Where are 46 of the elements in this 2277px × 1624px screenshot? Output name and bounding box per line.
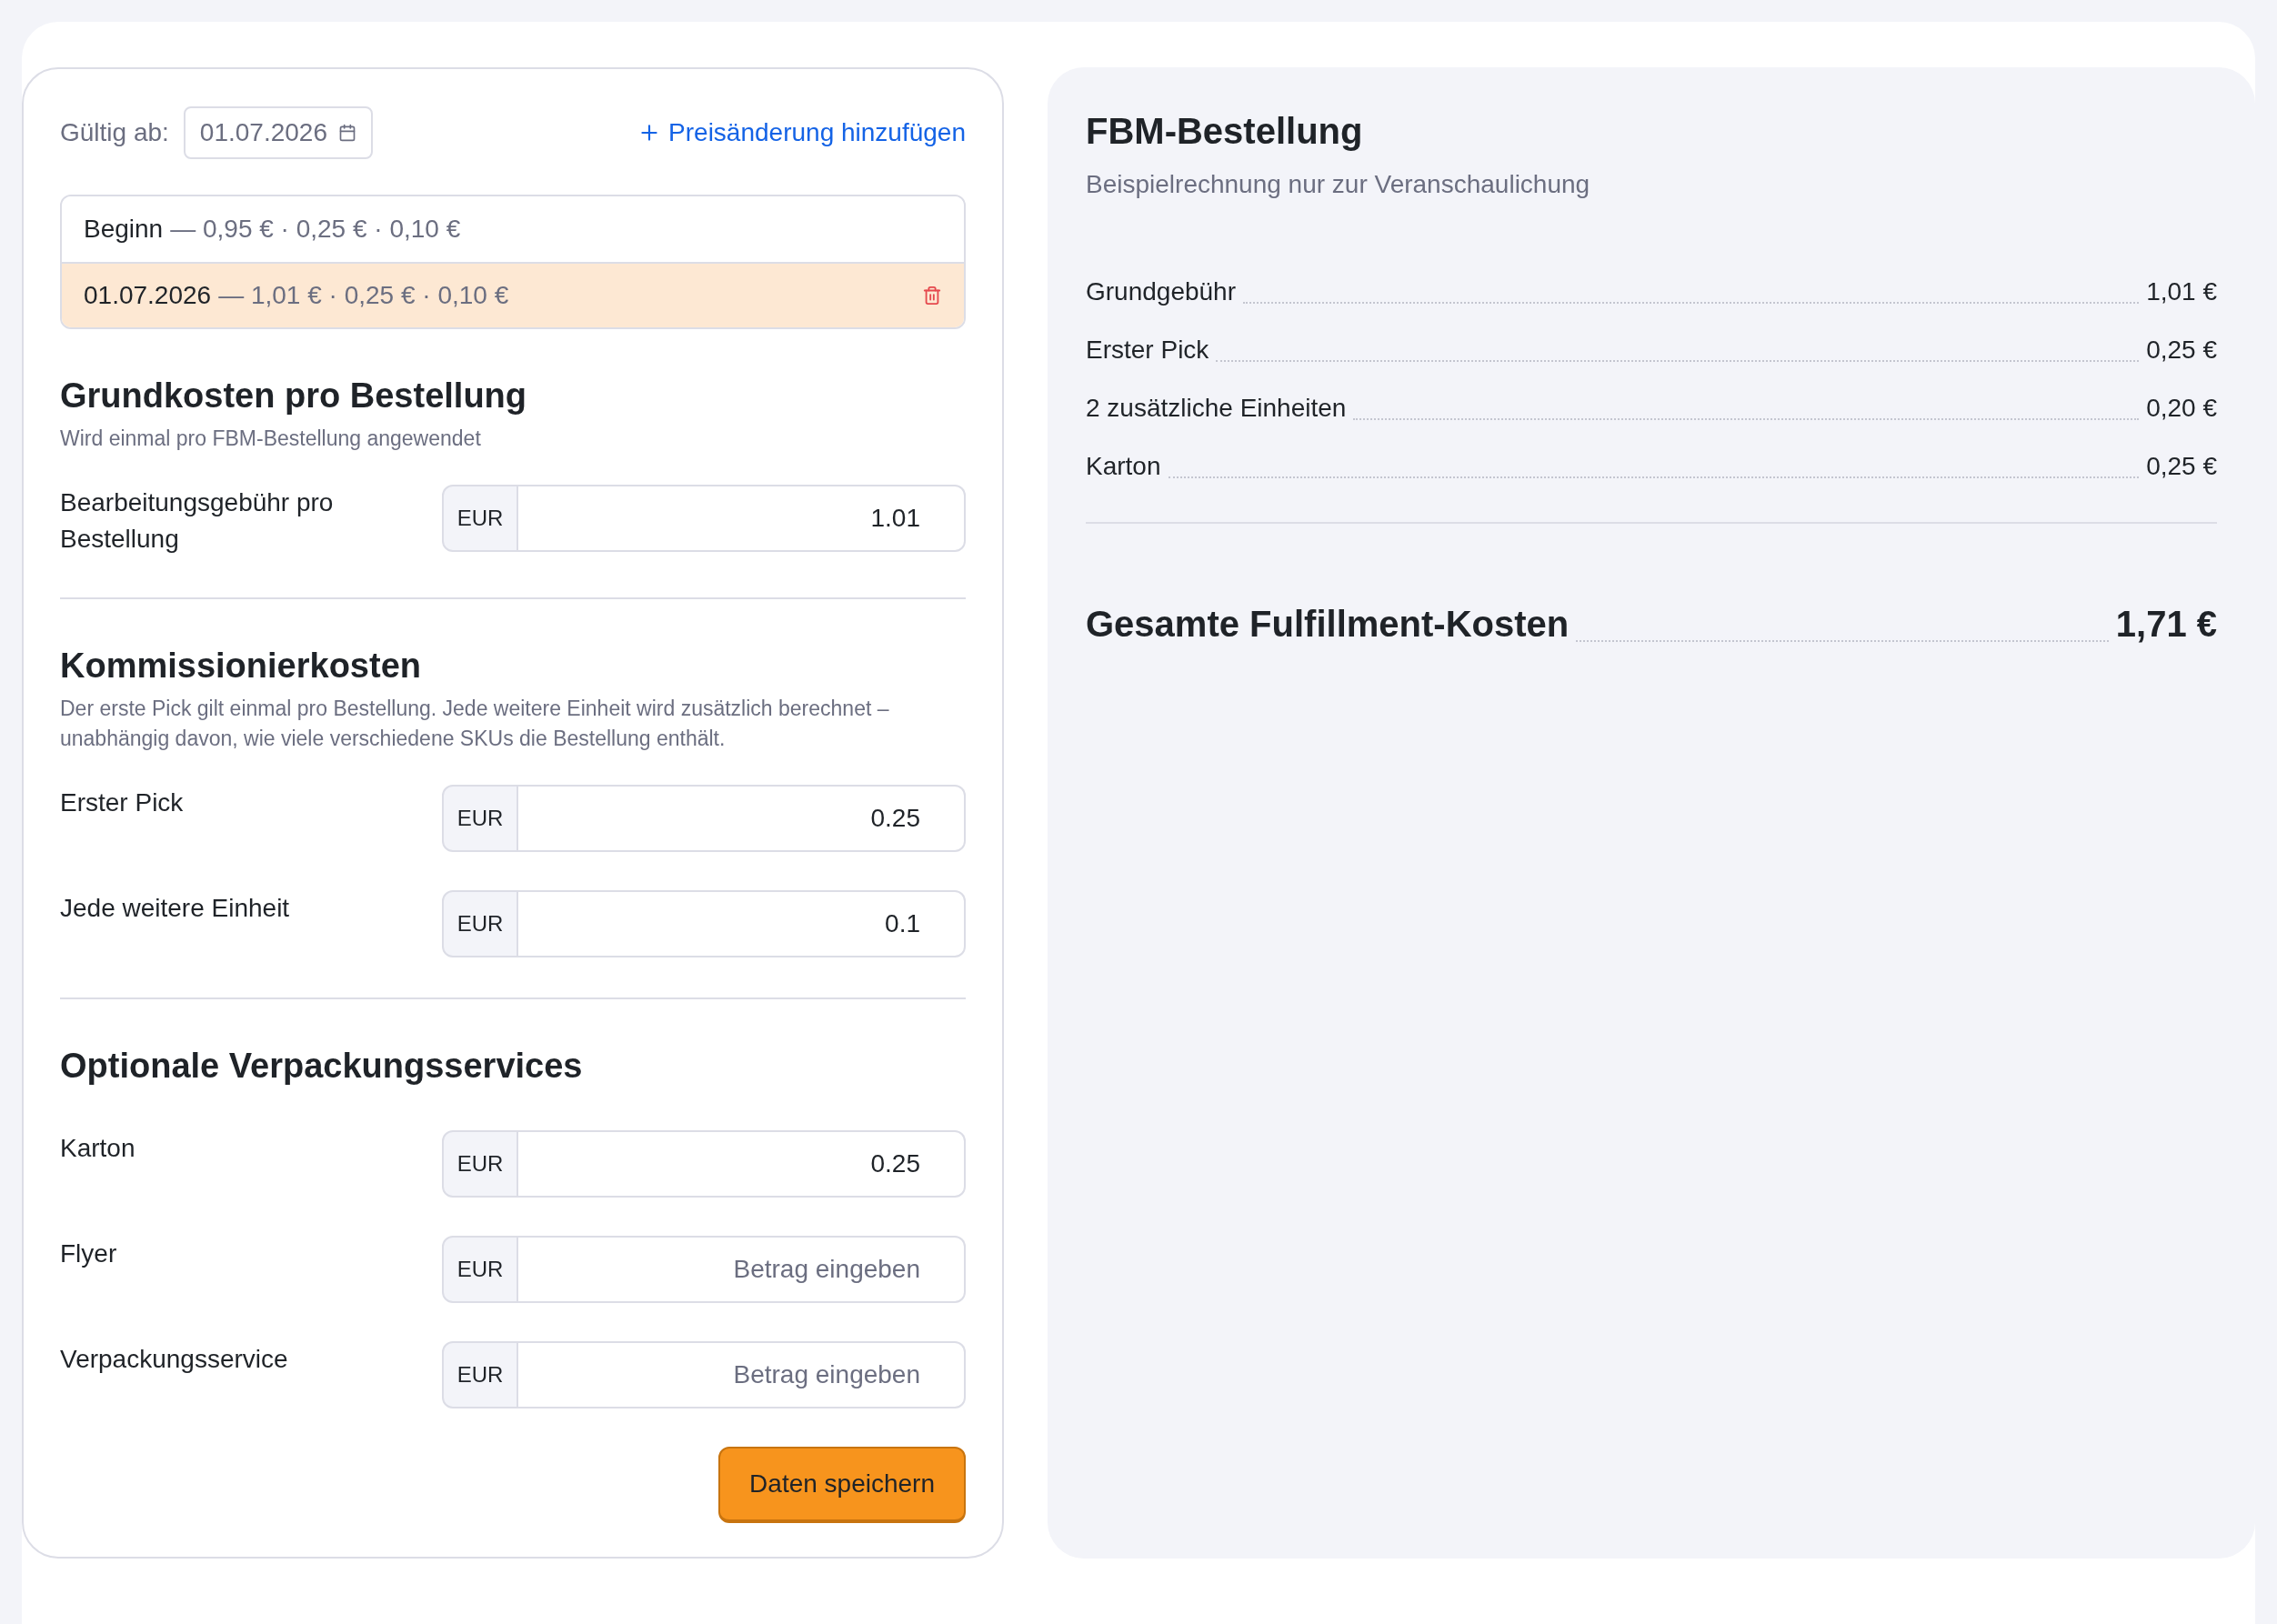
amount-input[interactable]: 1.01: [518, 485, 966, 552]
section-heading: Optionale Verpackungsservices: [60, 1046, 584, 1087]
line-label: Grundgebühr: [1086, 276, 1236, 307]
field-label: Jede weitere Einheit: [60, 893, 291, 924]
amount-input[interactable]: 0.1: [518, 890, 966, 957]
line-label: Karton: [1086, 451, 1161, 482]
currency-addon: EUR: [442, 1341, 518, 1408]
field-label: Erster Pick: [60, 787, 185, 818]
field-label: Flyer: [60, 1238, 118, 1269]
field-label: Bearbeitungsgebühr pro Bestellung: [60, 487, 335, 555]
valid-from-label: Gültig ab:: [60, 117, 169, 148]
period-label: Beginn: [84, 214, 164, 245]
summary-subtitle: Beispielrechnung nur zur Veranschaulichung: [1086, 169, 1591, 200]
amount-input[interactable]: Betrag eingeben: [518, 1341, 966, 1408]
line-amount: 1,01 €: [2146, 276, 2217, 307]
currency-addon: EUR: [442, 485, 518, 552]
date-field[interactable]: 01.07.2026: [183, 106, 373, 159]
section-description: Wird einmal pro FBM-Bestellung angewendet: [60, 426, 482, 452]
field-label: Verpackungsservice: [60, 1344, 289, 1375]
currency-addon: EUR: [442, 890, 518, 957]
price-period-row[interactable]: 01.07.2026 — 1,01 € · 0,25 € · 0,10 €: [62, 262, 964, 327]
line-amount: 0,20 €: [2146, 393, 2217, 424]
section-heading: Kommissionierkosten: [60, 646, 422, 687]
section-heading: Grundkosten pro Bestellung: [60, 376, 528, 416]
summary-title: FBM-Bestellung: [1086, 110, 1364, 153]
save-button[interactable]: Daten speichern: [718, 1447, 966, 1523]
line-amount: 0,25 €: [2146, 335, 2217, 366]
amount-input[interactable]: Betrag eingeben: [518, 1236, 966, 1303]
delete-icon[interactable]: [922, 286, 942, 306]
field-label: Karton: [60, 1133, 136, 1164]
period-summary: — 0,95 € · 0,25 € · 0,10 €: [170, 214, 461, 245]
amount-input[interactable]: 0.25: [518, 785, 966, 852]
period-summary: — 1,01 € · 0,25 € · 0,10 €: [218, 280, 509, 311]
calendar-icon: [338, 124, 356, 142]
currency-addon: EUR: [442, 785, 518, 852]
add-price-change-link[interactable]: Preisänderung hinzufügen: [637, 114, 966, 152]
section-description: Der erste Pick gilt einmal pro Bestellung. Jede weitere Einheit wird zusätzlich berechnet – unabhängig davon, wie viele verschiedene SKUs die Bestellung enthält.: [60, 696, 890, 752]
period-label: 01.07.2026: [84, 280, 212, 311]
line-amount: 0,25 €: [2146, 451, 2217, 482]
line-label: Erster Pick: [1086, 335, 1209, 366]
amount-input[interactable]: 0.25: [518, 1130, 966, 1198]
line-label: 2 zusätzliche Einheiten: [1086, 393, 1347, 424]
currency-addon: EUR: [442, 1130, 518, 1198]
total-amount: 1,71 €: [2115, 603, 2217, 646]
total-label: Gesamte Fulfillment-Kosten: [1086, 603, 1570, 646]
currency-addon: EUR: [442, 1236, 518, 1303]
